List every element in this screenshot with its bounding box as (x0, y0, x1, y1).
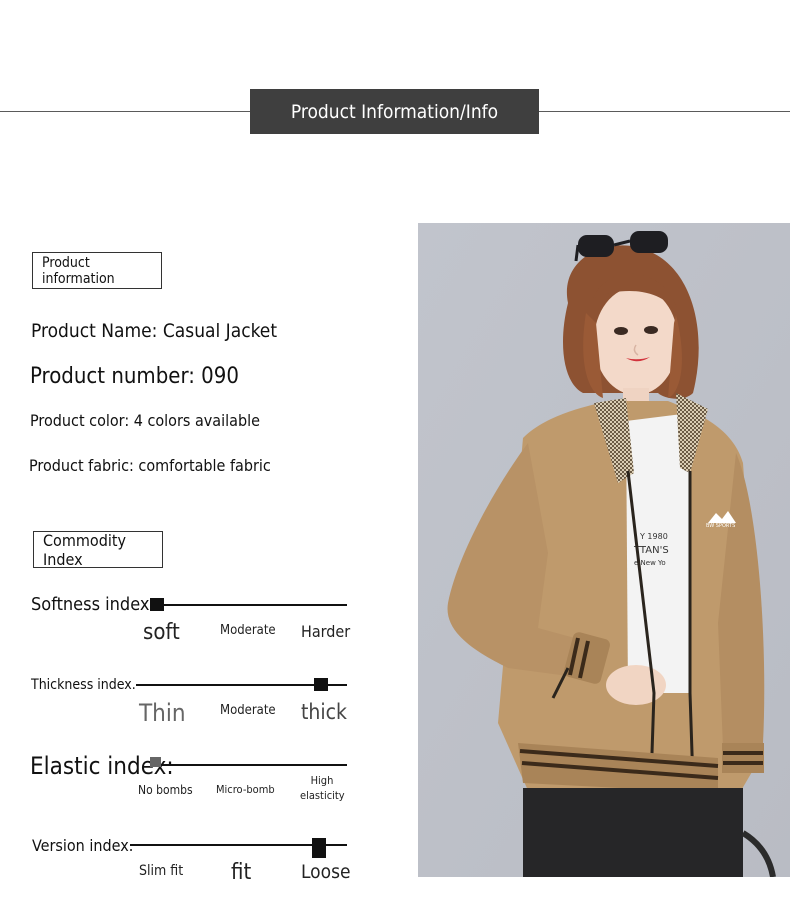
jacket-logo-text: BW SPORTS (706, 523, 735, 529)
elastic-option-no-bombs: No bombs (138, 783, 193, 797)
product-fabric: Product fabric: comfortable fabric (29, 456, 271, 475)
product-photo: Y 1980 TTAN'S e New Yo BW SPORTS (418, 223, 790, 877)
version-option-fit: fit (231, 860, 252, 885)
softness-option-soft: soft (143, 620, 180, 645)
commodity-index-heading-label: Commodity Index (43, 530, 127, 569)
thickness-option-thin: Thin (139, 699, 186, 727)
product-number: Product number: 090 (30, 364, 239, 389)
version-option-loose: Loose (301, 861, 351, 883)
softness-marker (150, 598, 164, 611)
elastic-option-high-elasticity: High elasticity (300, 774, 345, 802)
product-info-heading: Product information (32, 252, 162, 289)
commodity-index-heading: Commodity Index (33, 530, 163, 569)
thickness-option-thick: thick (301, 700, 347, 724)
thickness-marker (314, 678, 328, 691)
softness-option-harder: Harder (301, 622, 351, 641)
product-color: Product color: 4 colors available (30, 411, 260, 430)
model-jacket-illustration: Y 1980 TTAN'S e New Yo BW SPORTS (418, 223, 790, 877)
thickness-option-moderate: Moderate (220, 703, 276, 718)
softness-option-moderate: Moderate (220, 623, 276, 638)
product-info-heading-label: Product information (42, 254, 115, 287)
banner-title: Product Information/Info (290, 100, 499, 123)
version-marker (312, 838, 326, 858)
banner-rule-right (539, 111, 790, 112)
thickness-index-label: Thickness index. (31, 677, 136, 693)
banner-rule-left (0, 111, 250, 112)
product-name: Product Name: Casual Jacket (31, 320, 278, 342)
section-banner: Product Information/Info (250, 89, 539, 134)
elastic-marker (150, 757, 161, 767)
elastic-option-micro-bomb: Micro-bomb (216, 783, 275, 796)
version-index-label: Version index. (32, 836, 134, 855)
softness-index-label: Softness index: (31, 594, 155, 615)
softness-scale-line (150, 604, 347, 606)
version-option-slim-fit: Slim fit (139, 863, 184, 879)
shirt-print-line-1: Y 1980 (639, 532, 668, 541)
elastic-scale-line (158, 764, 347, 766)
